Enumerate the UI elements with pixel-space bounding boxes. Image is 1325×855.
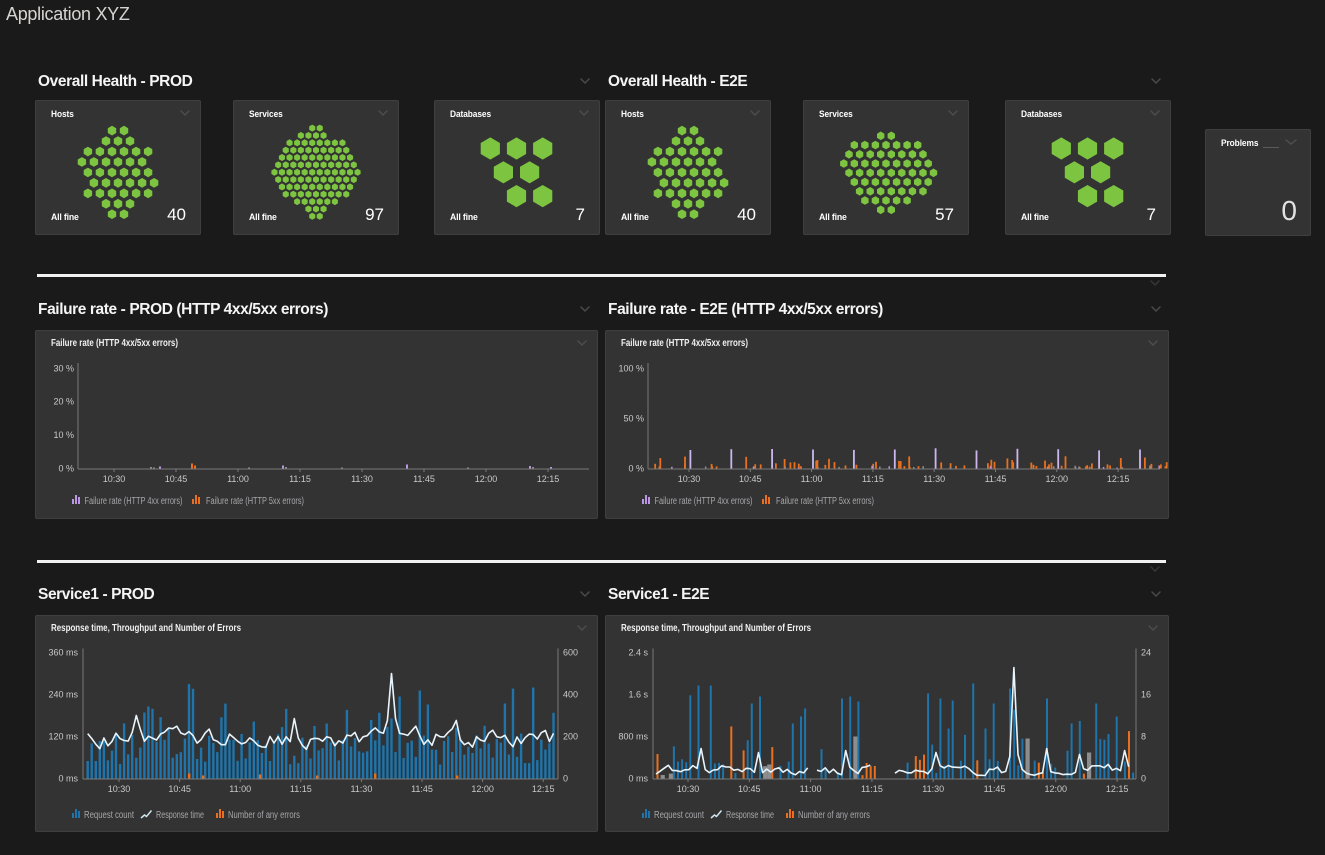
svg-text:600: 600	[563, 648, 578, 658]
svg-text:11:45: 11:45	[413, 474, 435, 484]
svg-text:11:15: 11:15	[289, 474, 311, 484]
svg-text:800 ms: 800 ms	[618, 732, 648, 742]
svg-text:Failure rate (HTTP 4xx errors): Failure rate (HTTP 4xx errors)	[85, 496, 183, 507]
svg-text:11:30: 11:30	[350, 784, 372, 794]
svg-text:10:45: 10:45	[165, 474, 188, 484]
svg-text:12:00: 12:00	[1046, 474, 1069, 484]
svg-text:240 ms: 240 ms	[48, 690, 78, 700]
svg-text:0 ms: 0 ms	[58, 774, 78, 784]
svg-text:2.4 s: 2.4 s	[628, 648, 648, 658]
svg-text:1.6 s: 1.6 s	[628, 690, 648, 700]
svg-text:50 %: 50 %	[623, 414, 644, 424]
svg-text:11:00: 11:00	[801, 474, 823, 484]
svg-text:Request count: Request count	[84, 810, 134, 821]
svg-text:120 ms: 120 ms	[48, 732, 78, 742]
svg-text:11:15: 11:15	[290, 784, 312, 794]
svg-text:12:00: 12:00	[475, 474, 498, 484]
svg-text:11:00: 11:00	[800, 784, 822, 794]
svg-text:16: 16	[1141, 690, 1151, 700]
svg-text:10 %: 10 %	[53, 430, 74, 440]
svg-text:Failure rate (HTTP 5xx errors): Failure rate (HTTP 5xx errors)	[206, 496, 304, 507]
svg-text:Request count: Request count	[654, 810, 704, 821]
svg-text:10:45: 10:45	[739, 474, 762, 484]
svg-text:30 %: 30 %	[53, 363, 74, 373]
svg-text:20 %: 20 %	[53, 397, 74, 407]
svg-text:Failure rate (HTTP 4xx errors): Failure rate (HTTP 4xx errors)	[655, 496, 753, 507]
svg-text:Response time, Throughput and: Response time, Throughput and Number of …	[621, 623, 811, 634]
svg-text:12:15: 12:15	[1107, 474, 1130, 484]
svg-text:11:30: 11:30	[922, 784, 944, 794]
svg-text:Failure rate (HTTP 5xx errors): Failure rate (HTTP 5xx errors)	[776, 496, 874, 507]
svg-text:Response time: Response time	[156, 810, 204, 821]
svg-text:Number of any errors: Number of any errors	[798, 810, 870, 821]
svg-text:Response time: Response time	[726, 810, 774, 821]
svg-text:11:15: 11:15	[862, 474, 884, 484]
svg-text:0: 0	[1141, 774, 1146, 784]
svg-text:11:00: 11:00	[227, 474, 249, 484]
svg-text:Failure rate (HTTP 4xx/5xx err: Failure rate (HTTP 4xx/5xx errors)	[621, 338, 748, 349]
svg-text:400: 400	[563, 690, 578, 700]
svg-text:11:45: 11:45	[984, 784, 1006, 794]
svg-text:12:15: 12:15	[532, 784, 555, 794]
svg-text:Response time, Throughput and: Response time, Throughput and Number of …	[51, 623, 241, 634]
svg-text:12:00: 12:00	[1045, 784, 1068, 794]
svg-text:0: 0	[563, 774, 568, 784]
svg-text:100 %: 100 %	[618, 364, 644, 374]
svg-text:11:00: 11:00	[229, 784, 251, 794]
svg-text:360 ms: 360 ms	[48, 648, 78, 658]
svg-text:10:45: 10:45	[738, 784, 761, 794]
svg-text:10:45: 10:45	[168, 784, 191, 794]
svg-text:12:15: 12:15	[1106, 784, 1129, 794]
svg-text:10:30: 10:30	[103, 474, 126, 484]
svg-text:11:45: 11:45	[985, 474, 1007, 484]
svg-text:12:15: 12:15	[537, 474, 560, 484]
svg-text:10:30: 10:30	[677, 784, 700, 794]
svg-text:Failure rate (HTTP 4xx/5xx err: Failure rate (HTTP 4xx/5xx errors)	[51, 338, 178, 349]
svg-text:11:15: 11:15	[861, 784, 883, 794]
svg-text:10:30: 10:30	[678, 474, 701, 484]
svg-text:11:45: 11:45	[411, 784, 433, 794]
svg-text:10:30: 10:30	[108, 784, 131, 794]
svg-text:0 %: 0 %	[628, 464, 644, 474]
svg-text:200: 200	[563, 732, 578, 742]
svg-text:12:00: 12:00	[471, 784, 494, 794]
svg-text:Number of any errors: Number of any errors	[228, 810, 300, 821]
svg-text:11:30: 11:30	[351, 474, 373, 484]
svg-text:8: 8	[1141, 732, 1146, 742]
svg-text:0 %: 0 %	[58, 464, 74, 474]
svg-text:0 ms: 0 ms	[628, 774, 648, 784]
svg-text:24: 24	[1141, 648, 1151, 658]
svg-text:11:30: 11:30	[923, 474, 945, 484]
